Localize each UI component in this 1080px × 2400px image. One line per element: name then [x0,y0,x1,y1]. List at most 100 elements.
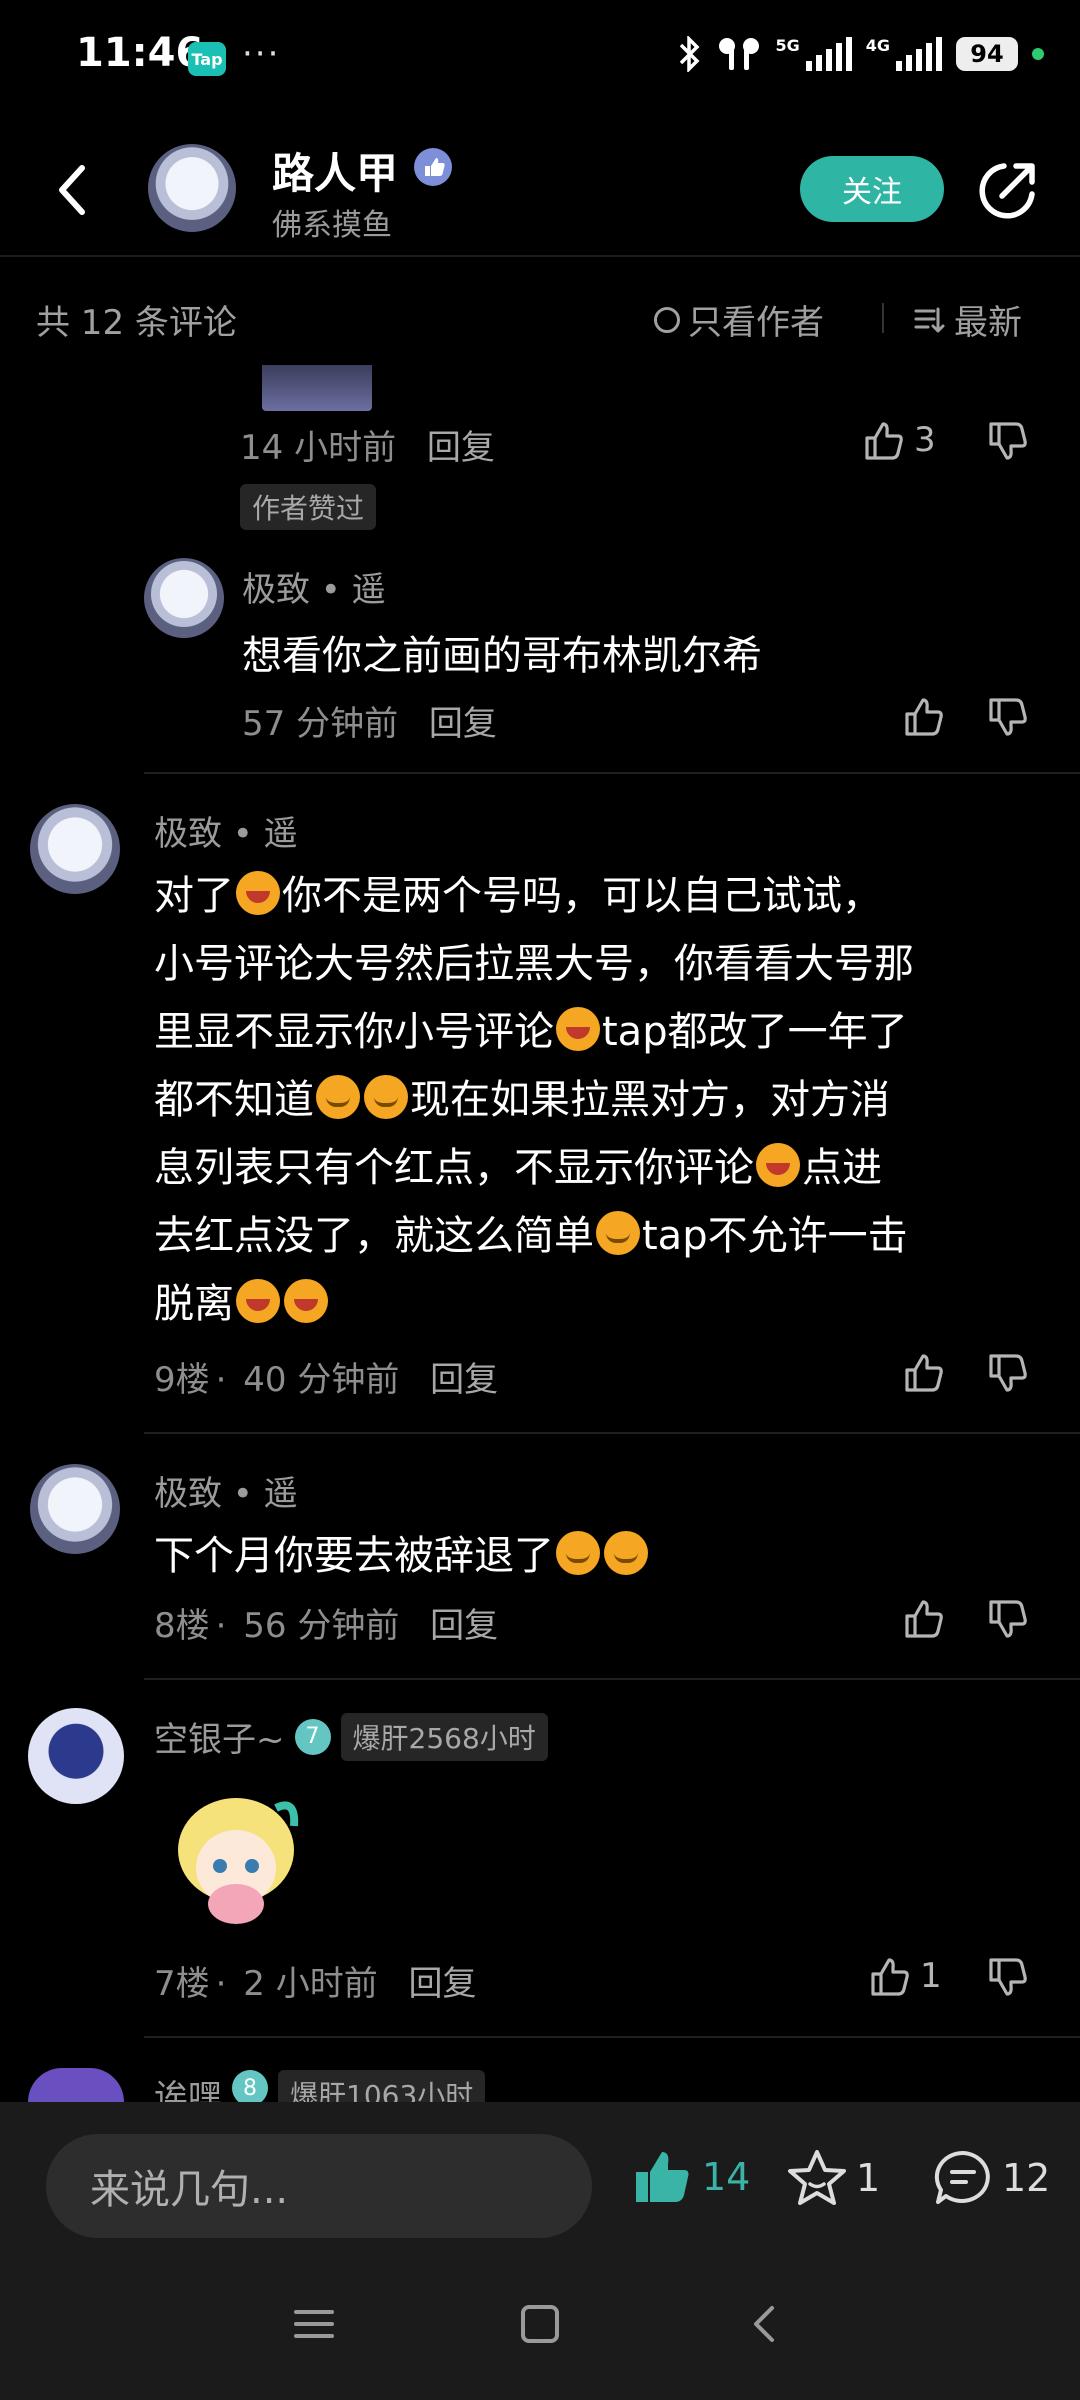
only-author-toggle[interactable]: 只看作者 [654,295,824,344]
comment-time: 2 小时前 [243,1964,378,2004]
post-like-count: 14 [702,2155,751,2199]
floor-number: 7楼 [154,1964,210,2004]
nav-back-icon[interactable] [744,2302,788,2346]
reply-button[interactable]: 回复 [430,1360,498,1400]
thumbs-down-icon[interactable] [986,420,1030,464]
grin-emoji-icon [756,1143,800,1187]
privacy-indicator-dot [1032,48,1044,60]
verified-badge-icon [414,148,452,186]
like-count: 1 [920,1956,942,1996]
comment-time: 40 分钟前 [243,1360,400,1400]
sticker-image[interactable] [166,1788,306,1938]
user-avatar[interactable] [28,2068,124,2102]
signal-4g-icon [896,37,942,71]
reply-image-thumbnail[interactable] [262,365,372,411]
smug-emoji-icon [364,1075,408,1119]
comment-line: 息列表只有个红点，不显示你评论 点进 [154,1143,882,1191]
comment-line: 脱离 [154,1270,1054,1338]
comment-meta: 7楼 · 2 小时前 回复 [154,1964,477,2004]
thumbs-down-icon[interactable] [986,696,1030,740]
comment-count-button[interactable]: 12 [932,2148,1050,2208]
sort-label: 最新 [954,303,1022,343]
home-icon[interactable] [518,2302,562,2346]
thumbs-up-icon [865,422,903,460]
author-avatar[interactable] [148,144,236,232]
battery-indicator: 94 [956,37,1018,71]
comment-input[interactable]: 来说几句... [46,2134,592,2238]
grin-emoji-icon [556,1007,600,1051]
like-button[interactable]: 1 [868,1954,942,1998]
sort-dropdown[interactable]: 最新 [914,295,1022,344]
playtime-badge: 爆肝1063小时 [278,2070,486,2102]
reply-button[interactable]: 回复 [430,1606,498,1646]
user-avatar[interactable] [30,1464,120,1554]
thumbs-up-icon [871,1958,909,1996]
reply-button[interactable]: 回复 [429,704,497,744]
username[interactable]: 极致 • 遥 [242,562,386,611]
username[interactable]: 诶嘿 [154,2070,222,2102]
username[interactable]: 极致 • 遥 [154,806,298,855]
post-header: 路人甲 佛系摸鱼 关注 [0,120,1080,257]
level-badge: 7 [294,1718,331,1755]
chat-bubble-icon [934,2150,990,2204]
reply-meta: 57 分钟前 回复 [242,696,517,745]
radio-icon [654,306,680,333]
reply-time: 14 小时前 [240,428,397,468]
comment-filter-bar: 共 12 条评论 只看作者 最新 [0,255,1080,365]
grin-emoji-icon [284,1279,328,1323]
comment-text: 想看你之前画的哥布林凯尔希 [242,633,762,679]
follow-button[interactable]: 关注 [800,156,944,222]
user-avatar[interactable] [30,804,120,894]
thumbs-up-icon[interactable] [902,1596,946,1640]
network-5g-label: 5G [775,36,800,55]
comment-meta: 9楼 · 40 分钟前 回复 [154,1360,499,1400]
status-icons: 5G 4G 94 [677,36,1044,72]
floor-number: 8楼 [154,1606,210,1646]
divider [144,1432,1080,1434]
grin-emoji-icon [236,1279,280,1323]
post-like-button[interactable]: 14 [632,2148,750,2206]
back-icon[interactable] [52,160,96,220]
menu-icon[interactable] [292,2302,336,2346]
sort-icon [914,307,945,332]
user-avatar[interactable] [144,558,224,638]
comment-text: 下个月你要去被辞退了 [154,1522,650,1590]
bluetooth-icon [680,36,700,72]
author-signature: 佛系摸鱼 [272,208,392,243]
floor-number: 9楼 [154,1360,210,1400]
star-icon [788,2150,846,2205]
user-avatar[interactable] [28,1708,124,1804]
reply-button[interactable]: 回复 [427,428,495,468]
comment-line: 里显不显示你小号评论 tap都改了一年了 [154,1007,908,1055]
thumbs-up-icon[interactable] [902,1350,946,1394]
thumbs-up-filled-icon [636,2152,689,2202]
like-button[interactable]: 3 [862,418,936,462]
comment-line: 小号评论大号然后拉黑大号，你看看大号那 [154,941,914,987]
favorite-button[interactable]: 1 [786,2148,880,2208]
thumbs-down-icon[interactable] [986,1352,1030,1396]
author-name[interactable]: 路人甲 [272,140,398,201]
more-notifications-icon: ··· [242,34,281,74]
status-bar: 11:46 Tap ··· 5G 4G 94 [0,0,1080,120]
username[interactable]: 极致 • 遥 [154,1466,298,1515]
smug-emoji-icon [316,1075,360,1119]
system-navigation-bar [0,2262,1080,2400]
reply-button[interactable]: 回复 [409,1964,477,2004]
username-row: 诶嘿 8 爆肝1063小时 [154,2070,486,2102]
comment-line: 去红点没了，就这么简单 tap不允许一击 [154,1211,908,1259]
comment-line: 都不知道 现在如果拉黑对方，对方消 [154,1075,890,1123]
username-row: 空银子~ 7 爆肝2568小时 [154,1712,548,1761]
share-icon[interactable] [976,160,1038,222]
smug-emoji-icon [604,1531,648,1575]
divider [144,772,1080,774]
thumbs-up-icon[interactable] [902,694,946,738]
thumbs-down-icon[interactable] [986,1956,1030,2000]
earbuds-icon [719,38,760,70]
like-count: 3 [914,420,936,460]
thumbs-down-icon[interactable] [986,1598,1030,1642]
comment-text: 对了 你不是两个号吗，可以自己试试， 小号评论大号然后拉黑大号，你看看大号那 里显… [154,862,1054,1338]
username[interactable]: 空银子~ [154,1712,285,1761]
reply-time: 57 分钟前 [242,704,399,744]
network-4g-label: 4G [865,36,890,55]
signal-5g-icon [805,37,852,71]
